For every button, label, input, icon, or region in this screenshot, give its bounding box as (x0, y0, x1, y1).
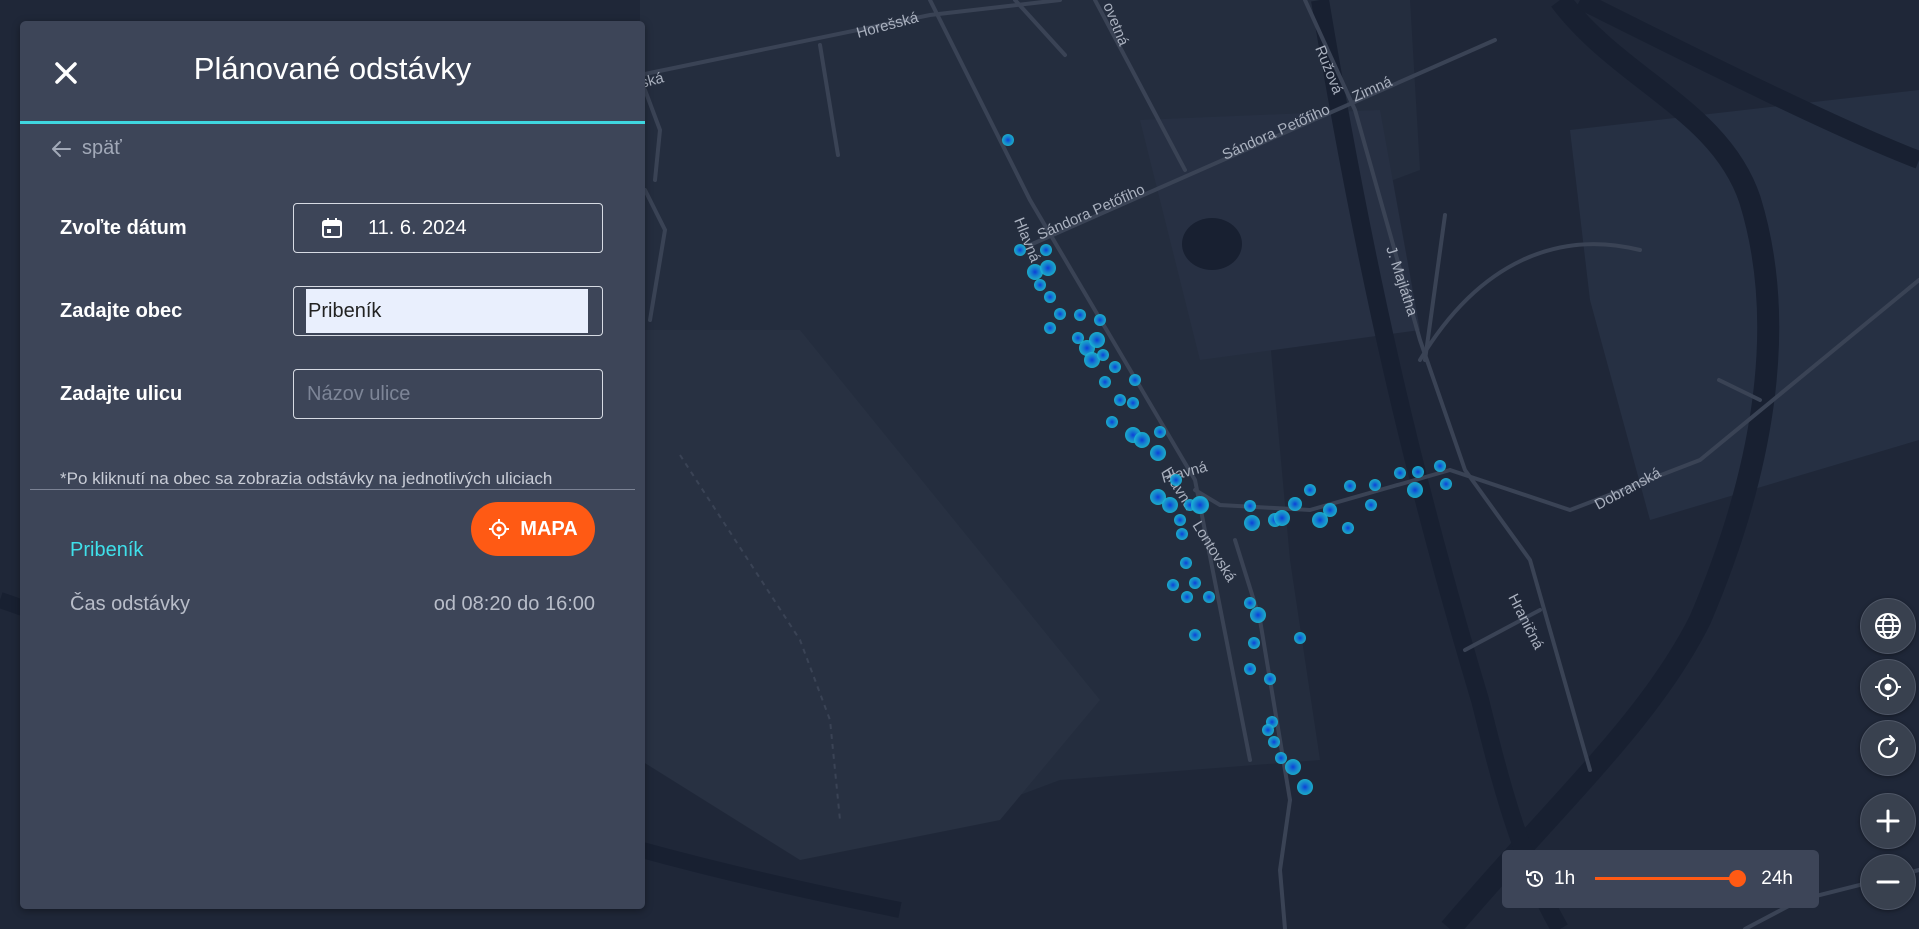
outage-dot (1394, 467, 1406, 479)
globe-button[interactable] (1860, 598, 1916, 654)
outage-dot (1189, 577, 1201, 589)
map-button-label: MAPA (520, 517, 578, 540)
outage-dot (1244, 515, 1260, 531)
calendar-icon (322, 218, 342, 238)
outage-dot (1407, 482, 1423, 498)
outage-dot (1274, 510, 1290, 526)
outage-dot (1127, 397, 1139, 409)
time-start: 1h (1524, 868, 1575, 890)
result-town-link[interactable]: Pribeník (70, 539, 143, 562)
outage-dot (1203, 591, 1215, 603)
outage-dot (1034, 279, 1046, 291)
outage-dot (1244, 597, 1256, 609)
outage-dot (1089, 332, 1105, 348)
outage-dot (1150, 445, 1166, 461)
history-icon (1526, 870, 1543, 887)
outage-dot (1074, 309, 1086, 321)
outage-dot (1174, 514, 1186, 526)
divider (30, 489, 635, 490)
outage-dot (1250, 607, 1266, 623)
outage-dot (1040, 244, 1052, 256)
outage-dot (1412, 466, 1424, 478)
back-label: späť (82, 137, 122, 159)
zoom-out-button[interactable] (1860, 854, 1916, 910)
refresh-icon (1877, 734, 1899, 759)
date-value: 11. 6. 2024 (368, 216, 467, 239)
outage-dot (1264, 673, 1276, 685)
town-label: Zadajte obec (60, 300, 183, 322)
outage-time-value: od 08:20 do 16:00 (433, 593, 595, 615)
target-icon (489, 519, 510, 539)
outage-dot (1262, 724, 1274, 736)
street-field (293, 369, 603, 419)
time-start-label: 1h (1554, 868, 1576, 889)
outage-dot (1040, 260, 1056, 276)
outage-dot (1109, 361, 1121, 373)
outage-dot (1129, 374, 1141, 386)
outage-dot (1369, 479, 1381, 491)
outage-dot (1344, 480, 1356, 492)
globe-icon (1875, 613, 1901, 639)
street-input[interactable] (294, 370, 602, 418)
outage-dot (1297, 779, 1313, 795)
time-range-control: 1h 24h (1502, 850, 1819, 908)
panel-header: Plánované odstávky (20, 21, 645, 124)
outage-dot (1162, 497, 1178, 513)
outage-dot (1154, 426, 1166, 438)
outage-dot (1044, 291, 1056, 303)
outage-dot (1134, 432, 1150, 448)
locate-button[interactable] (1860, 659, 1916, 715)
town-input[interactable]: Pribeník (293, 286, 603, 336)
locate-icon (1875, 674, 1901, 700)
hint-text: *Po kliknutí na obec sa zobrazia odstávk… (60, 469, 553, 488)
outage-time-label: Čas odstávky (70, 593, 191, 615)
outage-dot (1167, 579, 1179, 591)
time-end-label: 24h (1761, 868, 1793, 889)
outage-dot (1002, 134, 1014, 146)
outage-dot (1365, 499, 1377, 511)
date-picker[interactable]: 11. 6. 2024 (293, 203, 603, 253)
outage-dot (1434, 460, 1446, 472)
outage-dot (1248, 637, 1260, 649)
outage-dot (1323, 503, 1337, 517)
outage-dot (1181, 591, 1193, 603)
outage-dot (1044, 322, 1056, 334)
outage-dot (1440, 478, 1452, 490)
outage-dot (1106, 416, 1118, 428)
arrow-left-icon (52, 140, 71, 157)
outage-dot (1288, 497, 1302, 511)
zoom-out-icon (1876, 880, 1900, 884)
panel-title: Plánované odstávky (193, 51, 472, 86)
refresh-button[interactable] (1860, 720, 1916, 776)
outage-dot (1054, 308, 1066, 320)
outages-panel: Plánované odstávky späť Zvoľte dátum 11.… (20, 21, 645, 909)
outage-dot (1285, 759, 1301, 775)
outage-dot (1268, 736, 1280, 748)
outage-dot (1176, 528, 1188, 540)
outage-dot (1097, 349, 1109, 361)
outage-dot (1099, 376, 1111, 388)
outage-dot (1342, 522, 1354, 534)
zoom-in-button[interactable] (1860, 793, 1916, 849)
outage-dot (1244, 500, 1256, 512)
time-slider[interactable] (1595, 870, 1746, 887)
back-link[interactable]: späť (50, 137, 122, 160)
outage-dot (1014, 244, 1026, 256)
street-label: Zadajte ulicu (60, 383, 183, 405)
outage-dot (1170, 474, 1182, 486)
time-slider-handle[interactable] (1729, 870, 1746, 887)
outage-dot (1244, 663, 1256, 675)
map-button[interactable]: MAPA (471, 502, 595, 556)
outage-dot (1294, 632, 1306, 644)
date-label: Zvoľte dátum (60, 217, 187, 239)
outage-dot (1094, 314, 1106, 326)
zoom-in-icon (1876, 809, 1900, 833)
town-input-value: Pribeník (308, 299, 382, 322)
outage-dot (1114, 394, 1126, 406)
outage-dot (1189, 629, 1201, 641)
outage-dot (1191, 496, 1209, 514)
outage-dot (1275, 752, 1287, 764)
outage-dot (1304, 484, 1316, 496)
outage-dot (1180, 557, 1192, 569)
